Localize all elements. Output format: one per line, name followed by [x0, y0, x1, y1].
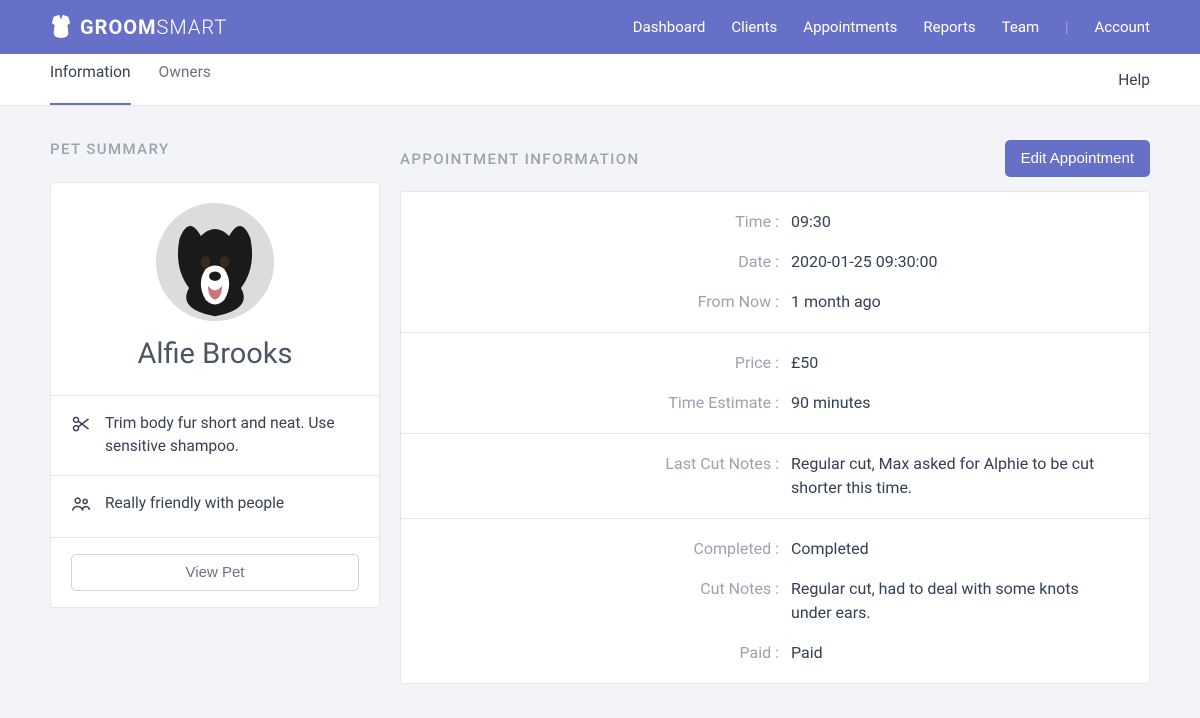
view-pet-button[interactable]: View Pet — [71, 554, 359, 591]
label-last-cut-notes: Last Cut Notes : — [431, 452, 791, 500]
nav-appointments[interactable]: Appointments — [803, 18, 897, 36]
edit-appointment-button[interactable]: Edit Appointment — [1005, 140, 1150, 177]
appt-row-from-now: From Now : 1 month ago — [401, 282, 1149, 322]
content: PET SUMMARY Alfie Brooks — [0, 106, 1200, 718]
pet-cut-notes-text: Trim body fur short and neat. Use sensit… — [105, 412, 359, 459]
nav-team[interactable]: Team — [1002, 18, 1040, 36]
pet-name: Alfie Brooks — [71, 337, 359, 371]
nav-separator: | — [1065, 18, 1068, 36]
main-nav: Dashboard Clients Appointments Reports T… — [633, 18, 1150, 36]
scissors-icon — [71, 414, 91, 441]
appointment-card: Time : 09:30 Date : 2020-01-25 09:30:00 … — [400, 191, 1150, 684]
appt-row-date: Date : 2020-01-25 09:30:00 — [401, 242, 1149, 282]
label-price: Price : — [431, 351, 791, 375]
appointment-header-row: APPOINTMENT INFORMATION Edit Appointment — [400, 140, 1150, 177]
nav-dashboard[interactable]: Dashboard — [633, 18, 706, 36]
value-completed: Completed — [791, 537, 1119, 561]
topbar: GROOMSMART Dashboard Clients Appointment… — [0, 0, 1200, 54]
pet-avatar — [156, 203, 274, 321]
pet-temperament-text: Really friendly with people — [105, 492, 284, 515]
subnav: Information Owners Help — [0, 54, 1200, 106]
value-last-cut-notes: Regular cut, Max asked for Alphie to be … — [791, 452, 1119, 500]
appt-row-last-cut-notes: Last Cut Notes : Regular cut, Max asked … — [401, 444, 1149, 508]
appt-row-time: Time : 09:30 — [401, 202, 1149, 242]
appt-group-time: Time : 09:30 Date : 2020-01-25 09:30:00 … — [401, 192, 1149, 333]
appt-group-last-notes: Last Cut Notes : Regular cut, Max asked … — [401, 434, 1149, 519]
brand[interactable]: GROOMSMART — [50, 14, 227, 40]
label-time: Time : — [431, 210, 791, 234]
appt-group-status: Completed : Completed Cut Notes : Regula… — [401, 519, 1149, 683]
nav-clients[interactable]: Clients — [731, 18, 777, 36]
nav-reports[interactable]: Reports — [923, 18, 975, 36]
value-cut-notes: Regular cut, had to deal with some knots… — [791, 577, 1119, 625]
appt-row-price: Price : £50 — [401, 343, 1149, 383]
value-time-estimate: 90 minutes — [791, 391, 1119, 415]
pet-temperament-row: Really friendly with people — [51, 476, 379, 538]
appointment-heading: APPOINTMENT INFORMATION — [400, 150, 640, 168]
appt-row-cut-notes: Cut Notes : Regular cut, had to deal wit… — [401, 569, 1149, 633]
pet-cut-notes-row: Trim body fur short and neat. Use sensit… — [51, 396, 379, 476]
pet-card: Alfie Brooks Trim body fur short and nea… — [50, 182, 380, 608]
appt-row-paid: Paid : Paid — [401, 633, 1149, 673]
value-paid: Paid — [791, 641, 1119, 665]
brand-strong: GROOM — [80, 15, 157, 39]
label-cut-notes: Cut Notes : — [431, 577, 791, 625]
label-from-now: From Now : — [431, 290, 791, 314]
label-time-estimate: Time Estimate : — [431, 391, 791, 415]
appt-row-completed: Completed : Completed — [401, 529, 1149, 569]
logo-icon — [50, 14, 72, 40]
pet-summary-heading: PET SUMMARY — [50, 140, 380, 158]
tab-information[interactable]: Information — [50, 54, 131, 105]
value-price: £50 — [791, 351, 1119, 375]
pet-card-header: Alfie Brooks — [51, 183, 379, 396]
appointment-column: APPOINTMENT INFORMATION Edit Appointment… — [400, 140, 1150, 684]
brand-light: SMART — [157, 15, 228, 39]
pet-actions: View Pet — [51, 538, 379, 607]
label-paid: Paid : — [431, 641, 791, 665]
pet-summary-column: PET SUMMARY Alfie Brooks — [50, 140, 380, 608]
value-date: 2020-01-25 09:30:00 — [791, 250, 1119, 274]
value-time: 09:30 — [791, 210, 1119, 234]
label-date: Date : — [431, 250, 791, 274]
tabs: Information Owners — [50, 54, 211, 105]
help-link[interactable]: Help — [1118, 71, 1150, 89]
people-icon — [71, 494, 91, 521]
label-completed: Completed : — [431, 537, 791, 561]
nav-account[interactable]: Account — [1094, 18, 1150, 36]
appt-group-price: Price : £50 Time Estimate : 90 minutes — [401, 333, 1149, 434]
value-from-now: 1 month ago — [791, 290, 1119, 314]
appt-row-time-estimate: Time Estimate : 90 minutes — [401, 383, 1149, 423]
tab-owners[interactable]: Owners — [159, 54, 211, 105]
